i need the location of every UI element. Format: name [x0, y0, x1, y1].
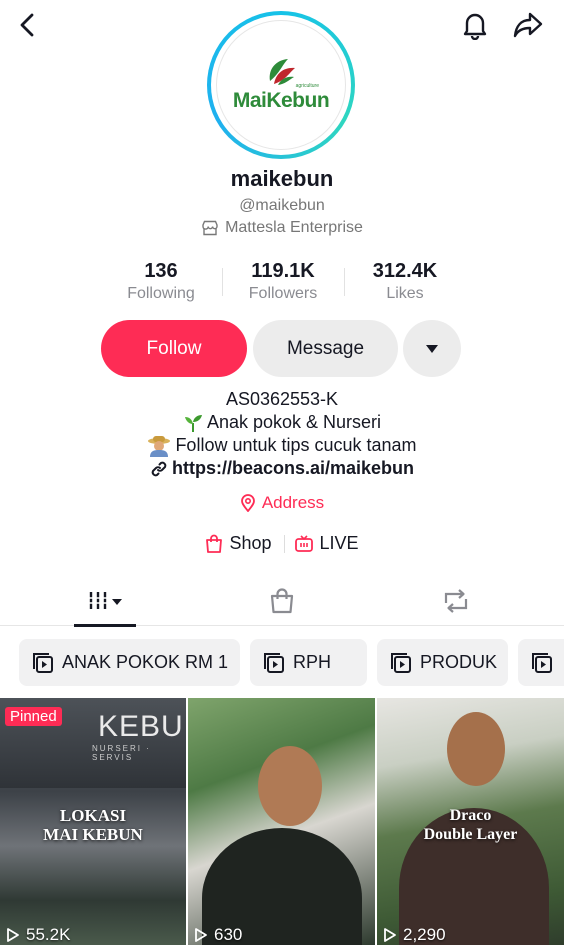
playlist-chip[interactable]	[518, 639, 564, 686]
bio-link-text: https://beacons.ai/maikebun	[171, 458, 415, 478]
video-thumbnail[interactable]: KEBUN NURSERI · SERVIS Pinned LOKASI MAI…	[0, 698, 186, 945]
stat-value: 312.4K	[372, 260, 438, 282]
link-icon	[151, 461, 167, 476]
view-count-value: 2,290	[403, 925, 446, 944]
playlist-icon	[264, 652, 284, 673]
divider	[283, 534, 285, 553]
person-head	[258, 746, 322, 826]
playlist-icon	[391, 652, 411, 673]
stat-following[interactable]: 136 Following	[100, 260, 222, 303]
share-icon[interactable]	[508, 6, 548, 44]
playlist-icon	[532, 652, 552, 673]
farmer-emoji-icon	[148, 435, 171, 457]
playlist-chip[interactable]: ANAK POKOK RM 1	[19, 639, 240, 686]
video-grid: KEBUN NURSERI · SERVIS Pinned LOKASI MAI…	[0, 698, 564, 945]
stat-label: Following	[127, 285, 195, 302]
person-head	[447, 712, 505, 786]
stat-followers[interactable]: 119.1K Followers	[222, 260, 344, 303]
video-title: LOKASI MAI KEBUN	[43, 806, 143, 844]
location-pin-icon	[240, 494, 255, 512]
video-thumbnail[interactable]: Draco Double Layer 2,290	[377, 698, 564, 945]
playlist-chip-label: PRODUK	[420, 652, 498, 672]
bio-line: Anak pokok & Nurseri	[0, 411, 564, 434]
bio-cta: Follow untuk tips cucuk tanam	[175, 435, 417, 455]
username: maikebun	[230, 166, 334, 191]
store-icon	[202, 220, 218, 236]
logo-text: MaiKebun	[232, 89, 330, 112]
playlist-icon	[33, 652, 53, 673]
logo-subtext: agriculture	[295, 83, 319, 89]
address-label: Address	[261, 493, 325, 512]
view-count-value: 55.2K	[26, 925, 71, 944]
play-icon	[384, 928, 396, 942]
playlist-chips: ANAK POKOK RM 1 RPH PRODUK	[19, 639, 564, 686]
stat-label: Followers	[248, 285, 318, 302]
video-thumbnail[interactable]: 630	[188, 698, 375, 945]
live-label: LIVE	[319, 533, 359, 553]
tab-videos[interactable]	[72, 576, 138, 627]
view-count: 630	[194, 925, 242, 945]
caret-down-icon	[426, 344, 438, 353]
playlist-chip-label: ANAK POKOK RM 1	[62, 652, 229, 672]
brand-logo: MaiKebun agriculture	[216, 20, 346, 150]
avatar[interactable]: MaiKebun agriculture	[207, 11, 355, 159]
more-options-button[interactable]	[403, 320, 461, 377]
handle: @maikebun	[239, 197, 325, 214]
view-count: 2,290	[383, 925, 446, 945]
bell-icon[interactable]	[456, 6, 494, 44]
view-count-value: 630	[214, 925, 243, 944]
live-link[interactable]: LIVE	[294, 533, 359, 554]
shop-link[interactable]: Shop	[205, 533, 272, 554]
playlist-chip-label: RPH	[293, 652, 332, 672]
stat-likes[interactable]: 312.4K Likes	[344, 260, 466, 303]
view-count: 55.2K	[6, 925, 70, 945]
pinned-badge: Pinned	[5, 707, 62, 726]
bio: AS0362553-K Anak pokok & Nurseri Follow …	[0, 388, 564, 480]
back-icon[interactable]	[10, 8, 44, 42]
follow-button[interactable]: Follow	[101, 320, 247, 377]
grid-icon	[88, 592, 122, 609]
stat-value: 119.1K	[251, 260, 315, 282]
playlist-chip[interactable]: RPH	[250, 639, 367, 686]
address-link[interactable]: Address	[0, 493, 564, 513]
tab-reposts[interactable]	[428, 576, 484, 626]
bio-tagline: Anak pokok & Nurseri	[206, 412, 382, 432]
bio-link[interactable]: https://beacons.ai/maikebun	[0, 457, 564, 480]
business-label[interactable]: Mattesla Enterprise	[0, 219, 564, 237]
avatar-frame: MaiKebun agriculture	[211, 15, 351, 155]
shop-label: Shop	[229, 533, 272, 553]
tab-shop[interactable]	[255, 576, 309, 626]
stat-label: Likes	[386, 285, 424, 302]
play-icon	[195, 928, 207, 942]
shopping-bag-icon	[270, 588, 294, 614]
leaf-logo-icon	[269, 59, 295, 85]
profile-tabs	[0, 576, 564, 627]
bio-line: Follow untuk tips cucuk tanam	[0, 434, 564, 457]
message-button[interactable]: Message	[253, 320, 398, 377]
stat-value: 136	[144, 260, 178, 282]
profile-stats: 136 Following 119.1K Followers 312.4K Li…	[100, 260, 466, 303]
play-icon	[7, 928, 19, 942]
bio-line: AS0362553-K	[0, 388, 564, 411]
video-title: Draco Double Layer	[423, 807, 518, 843]
bio-id: AS0362553-K	[225, 389, 339, 409]
sign-subtext: NURSERI · SERVIS	[92, 744, 151, 762]
sign-text: KEBUN	[98, 710, 186, 743]
shop-live-row: Shop LIVE	[0, 533, 564, 554]
playlist-chip[interactable]: PRODUK	[377, 639, 508, 686]
enterprise-name: Mattesla Enterprise	[225, 219, 363, 236]
shopping-bag-icon	[206, 534, 223, 553]
seedling-icon	[184, 414, 202, 432]
repost-icon	[444, 589, 468, 613]
live-tv-icon	[294, 534, 313, 552]
